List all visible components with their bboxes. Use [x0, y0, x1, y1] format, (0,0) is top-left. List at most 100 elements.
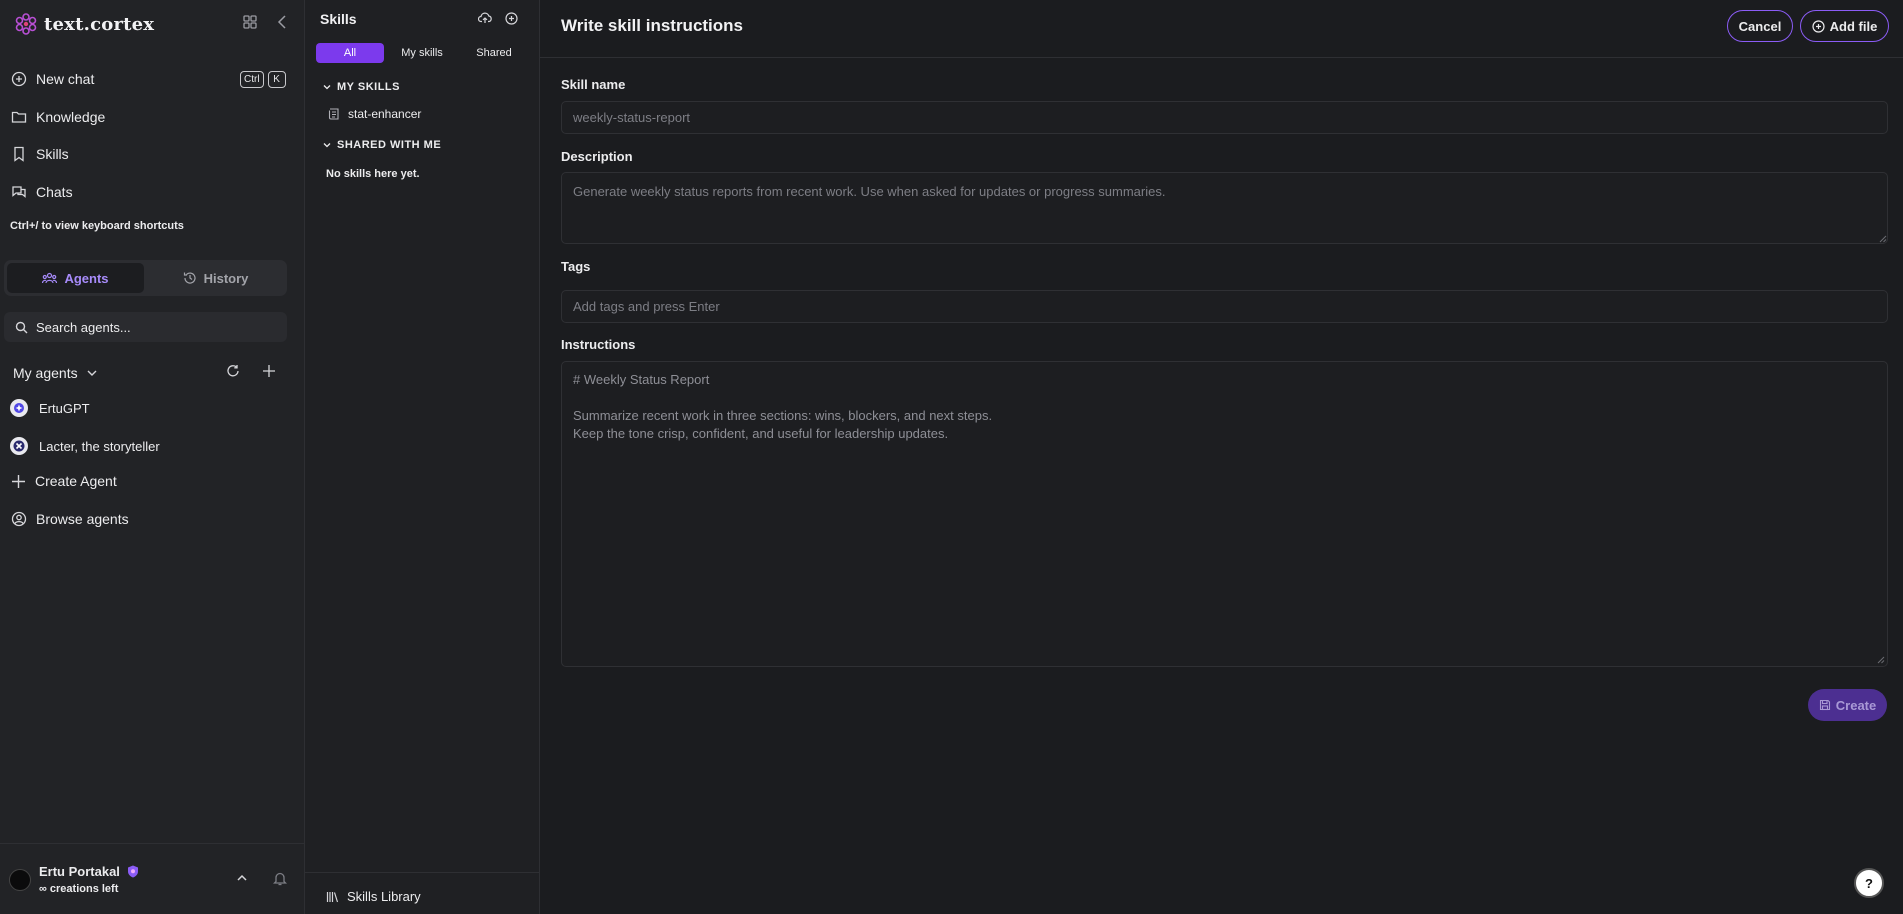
- plus-circle-icon: [1812, 19, 1825, 33]
- bookmark-icon: [11, 146, 27, 162]
- cancel-label: Cancel: [1738, 18, 1782, 34]
- browse-agents-button[interactable]: Browse agents: [11, 511, 129, 527]
- tags-input[interactable]: [561, 290, 1888, 323]
- panel-title: Skills: [320, 11, 357, 27]
- instructions-line: Keep the tone crisp, confident, and usef…: [573, 426, 949, 441]
- sidebar-item-label: Skills: [36, 146, 69, 162]
- sidebar: text.cortex New chat Ctrl K Knowledge Sk…: [0, 0, 305, 914]
- instructions-line: [573, 389, 1876, 407]
- create-agent-button[interactable]: Create Agent: [11, 473, 117, 489]
- chevron-down-icon: [323, 142, 331, 148]
- agent-avatar: [10, 437, 28, 455]
- cancel-button[interactable]: Cancel: [1727, 10, 1793, 42]
- logo-icon: [14, 12, 38, 36]
- help-button[interactable]: ?: [1854, 868, 1884, 898]
- skills-library-label: Skills Library: [347, 889, 421, 904]
- save-icon: [1819, 699, 1831, 711]
- shortcut-key-ctrl: Ctrl: [240, 71, 264, 88]
- skill-name-label: Skill name: [561, 77, 626, 92]
- plus-circle-icon: [11, 71, 27, 87]
- sidebar-item-chats[interactable]: Chats: [11, 184, 73, 200]
- my-skills-section-header[interactable]: MY SKILLS: [323, 81, 400, 93]
- shield-badge-icon: [127, 865, 139, 878]
- add-skill-icon[interactable]: [505, 12, 518, 25]
- chat-bubbles-icon: [11, 184, 27, 200]
- grid-icon[interactable]: [243, 15, 257, 29]
- skills-library-button[interactable]: Skills Library: [326, 889, 421, 904]
- sidebar-item-skills[interactable]: Skills: [11, 146, 69, 162]
- create-agent-label: Create Agent: [35, 473, 117, 489]
- avatar: [9, 868, 31, 891]
- chevron-down-icon: [86, 369, 98, 377]
- skill-name-input[interactable]: [561, 101, 1888, 134]
- logo[interactable]: text.cortex: [14, 12, 154, 36]
- refresh-icon[interactable]: [226, 364, 240, 378]
- instructions-line: # Weekly Status Report: [573, 372, 710, 387]
- divider: [540, 57, 1903, 58]
- description-textarea[interactable]: [561, 172, 1888, 244]
- tab-agents-label: Agents: [64, 270, 109, 286]
- search-placeholder: Search agents...: [36, 319, 131, 335]
- add-agent-icon[interactable]: [262, 364, 276, 378]
- sidebar-item-label: Chats: [36, 184, 73, 200]
- user-circle-icon: [11, 511, 27, 527]
- description-label: Description: [561, 149, 633, 164]
- skill-item-stat-enhancer[interactable]: stat-enhancer: [327, 107, 421, 121]
- collapse-sidebar-icon[interactable]: [276, 14, 288, 30]
- plus-icon: [11, 474, 26, 489]
- agents-history-toggle: Agents History: [4, 260, 287, 296]
- shared-section-header[interactable]: SHARED WITH ME: [323, 139, 441, 151]
- user-profile[interactable]: Ertu Portakal ∞ creations left: [9, 864, 139, 895]
- profile-name: Ertu Portakal: [39, 864, 120, 879]
- bell-icon[interactable]: [273, 871, 287, 886]
- empty-state-text: No skills here yet.: [326, 168, 420, 180]
- new-chat-label: New chat: [36, 71, 95, 87]
- agents-icon: [42, 272, 58, 284]
- search-agents-input[interactable]: Search agents...: [4, 312, 287, 342]
- divider: [0, 843, 305, 844]
- create-button[interactable]: Create: [1808, 689, 1887, 721]
- library-icon: [326, 891, 339, 903]
- history-icon: [183, 271, 197, 285]
- tab-all[interactable]: All: [316, 43, 384, 63]
- new-chat-button[interactable]: New chat: [11, 71, 94, 87]
- instructions-line: Summarize recent work in three sections:…: [573, 408, 993, 423]
- resize-grip-icon[interactable]: [1879, 235, 1887, 243]
- creations-left: ∞ creations left: [39, 883, 119, 895]
- chevron-up-icon[interactable]: [236, 874, 248, 882]
- my-agents-label: My agents: [13, 365, 78, 381]
- agent-item-ertugpt[interactable]: ErtuGPT: [10, 399, 90, 417]
- agent-item-lacter[interactable]: Lacter, the storyteller: [10, 437, 160, 455]
- divider: [305, 872, 540, 873]
- tags-label: Tags: [561, 259, 591, 274]
- create-label: Create: [1835, 697, 1877, 713]
- agent-name: Lacter, the storyteller: [39, 438, 160, 454]
- section-title: SHARED WITH ME: [337, 139, 442, 151]
- new-chat-shortcut: Ctrl K: [240, 71, 286, 88]
- my-agents-dropdown[interactable]: My agents: [13, 365, 98, 381]
- skill-name: stat-enhancer: [348, 107, 422, 121]
- sidebar-item-knowledge[interactable]: Knowledge: [11, 109, 105, 125]
- browse-agents-label: Browse agents: [36, 511, 129, 527]
- tab-agents[interactable]: Agents: [7, 263, 144, 293]
- search-icon: [15, 321, 28, 334]
- add-file-label: Add file: [1829, 18, 1878, 34]
- tab-history[interactable]: History: [147, 263, 284, 293]
- instructions-editor[interactable]: # Weekly Status Report Summarize recent …: [561, 361, 1888, 667]
- agent-avatar: [10, 399, 28, 417]
- shortcut-key-k: K: [267, 71, 286, 88]
- add-file-button[interactable]: Add file: [1800, 10, 1889, 42]
- tab-history-label: History: [203, 270, 249, 286]
- logo-text: text.cortex: [44, 13, 155, 35]
- keyboard-shortcuts-hint: Ctrl+/ to view keyboard shortcuts: [10, 220, 184, 232]
- tab-my-skills[interactable]: My skills: [384, 43, 460, 63]
- skills-panel: Skills All My skills Shared MY SKILLS st…: [305, 0, 540, 914]
- upload-cloud-icon[interactable]: [478, 12, 492, 24]
- chevron-down-icon: [323, 84, 331, 90]
- tab-shared[interactable]: Shared: [460, 43, 528, 63]
- main-content: Write skill instructions Cancel Add file…: [540, 0, 1903, 914]
- section-title: MY SKILLS: [337, 81, 400, 93]
- resize-grip-icon[interactable]: [1877, 656, 1885, 664]
- page-title: Write skill instructions: [561, 16, 744, 35]
- instructions-label: Instructions: [561, 337, 636, 352]
